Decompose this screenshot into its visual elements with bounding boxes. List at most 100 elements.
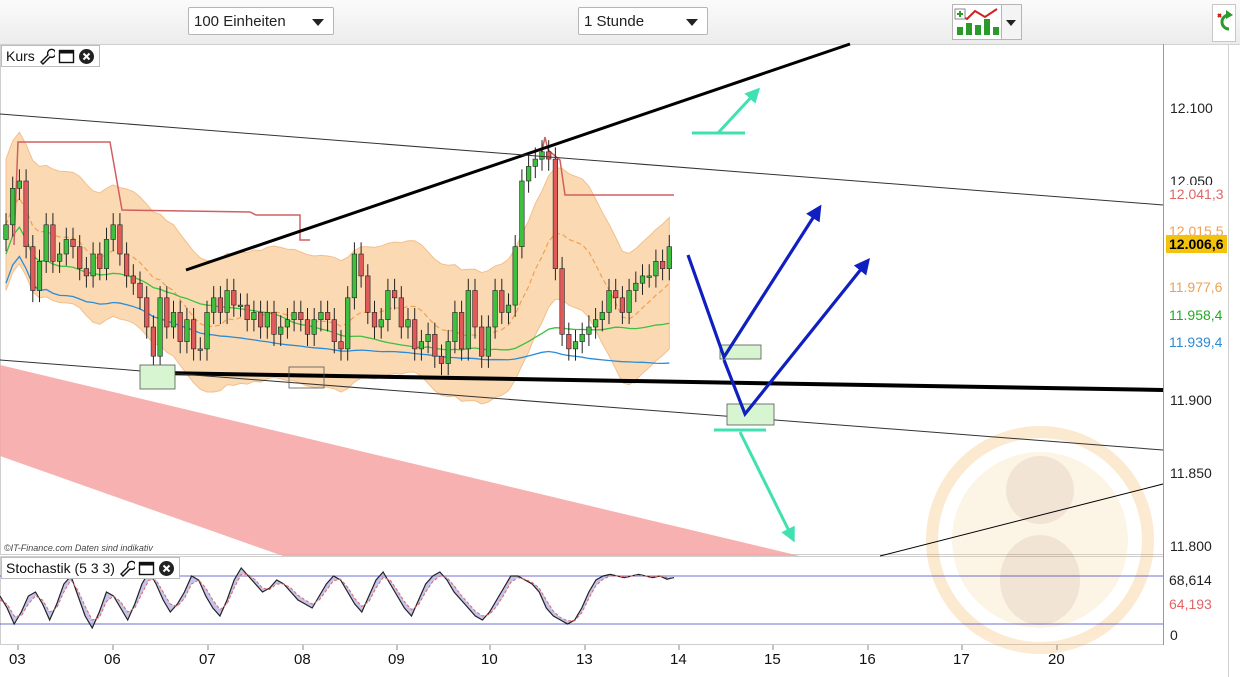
x-axis-tick-label: 14 bbox=[670, 651, 687, 668]
candle-body bbox=[124, 253, 130, 277]
candle-body bbox=[150, 326, 157, 357]
candle-body bbox=[177, 312, 183, 342]
candle-body bbox=[144, 297, 150, 328]
indicator-value-tag: 12.041,3 bbox=[1166, 184, 1227, 203]
candle-body bbox=[50, 224, 56, 262]
y-axis-tick-label: 11.850 bbox=[1170, 465, 1212, 481]
projection-arrow-blue-2 bbox=[722, 258, 871, 418]
highlight-box bbox=[139, 364, 176, 390]
candle-body bbox=[666, 246, 672, 269]
candle-body bbox=[184, 319, 190, 342]
x-axis-tick-label: 07 bbox=[199, 651, 216, 668]
candle-body bbox=[358, 253, 364, 277]
candle-body bbox=[77, 246, 83, 269]
x-axis-tick-label: 06 bbox=[104, 651, 121, 668]
x-axis-tick-label: 10 bbox=[481, 651, 498, 668]
stoch-d-line bbox=[0, 573, 674, 622]
indicator-value-tag: 11.977,6 bbox=[1166, 277, 1226, 296]
x-axis-tick-label: 09 bbox=[388, 651, 405, 668]
candle-body bbox=[237, 304, 244, 307]
candle-body bbox=[224, 290, 230, 313]
candle-body bbox=[351, 253, 358, 299]
candle-body bbox=[311, 319, 317, 335]
candle-body bbox=[525, 166, 532, 182]
projection-arrow-cyan-up bbox=[716, 87, 761, 135]
candle-body bbox=[103, 239, 110, 269]
candle-body bbox=[378, 319, 384, 328]
projection-arrow-cyan-down bbox=[738, 431, 795, 543]
candle-body bbox=[619, 297, 625, 313]
candle-body bbox=[485, 326, 492, 357]
candle-body bbox=[56, 253, 63, 262]
candle-body bbox=[338, 341, 344, 350]
price-panel-title: Kurs bbox=[6, 48, 35, 64]
x-axis-tick-label: 08 bbox=[294, 651, 311, 668]
candle-body bbox=[539, 151, 545, 160]
candle-body bbox=[592, 319, 599, 328]
stoch-value-tag: 64,193 bbox=[1166, 595, 1215, 613]
candle-body bbox=[559, 268, 565, 335]
close-icon[interactable] bbox=[78, 48, 95, 65]
wrench-icon[interactable] bbox=[38, 48, 55, 65]
candle-body bbox=[130, 275, 136, 284]
candle-body bbox=[653, 260, 659, 277]
candle-body bbox=[304, 319, 311, 335]
candle-body bbox=[90, 253, 96, 277]
uptrend-line bbox=[185, 42, 851, 272]
candle-body bbox=[412, 319, 418, 350]
candle-body bbox=[211, 297, 217, 313]
candle-body bbox=[646, 275, 652, 278]
candle-body bbox=[284, 319, 291, 328]
stoch-axis-label: 0 bbox=[1170, 627, 1178, 643]
candle-body bbox=[110, 224, 116, 240]
stoch-panel-title: Stochastik (5 3 3) bbox=[6, 560, 115, 576]
candle-body bbox=[452, 312, 458, 342]
indicator-value-tag: 12.006,6 bbox=[1166, 235, 1227, 254]
candle-body bbox=[465, 290, 471, 350]
indicator-value-tag: 11.939,4 bbox=[1166, 333, 1226, 352]
candle-body bbox=[425, 333, 431, 342]
close-icon[interactable] bbox=[158, 560, 175, 577]
candle-body bbox=[43, 224, 49, 262]
y-axis-tick-label: 11.900 bbox=[1170, 392, 1212, 408]
candle-body bbox=[505, 304, 512, 313]
candle-body bbox=[606, 290, 612, 313]
candle-body bbox=[432, 333, 438, 357]
y-axis-tick-label: 11.800 bbox=[1170, 538, 1212, 554]
wrench-icon[interactable] bbox=[118, 560, 135, 577]
candle-body bbox=[318, 312, 324, 320]
candle-body bbox=[83, 268, 89, 277]
candle-body bbox=[633, 282, 639, 291]
candle-body bbox=[217, 297, 224, 313]
x-axis-tick-label: 20 bbox=[1048, 651, 1065, 668]
candle-body bbox=[599, 312, 605, 320]
candle-body bbox=[613, 290, 619, 299]
candle-body bbox=[324, 312, 331, 320]
candle-body bbox=[157, 297, 163, 357]
candle-body bbox=[626, 290, 632, 313]
copyright-note: ©IT-Finance.com Daten sind indikativ bbox=[4, 543, 153, 553]
candle-body bbox=[492, 290, 498, 328]
candle-body bbox=[278, 326, 284, 335]
candle-body bbox=[164, 297, 170, 328]
candle-body bbox=[298, 312, 304, 320]
candle-body bbox=[244, 304, 250, 321]
price-panel-label: Kurs bbox=[1, 45, 100, 67]
candle-body bbox=[257, 312, 264, 328]
maximize-icon[interactable] bbox=[58, 48, 75, 65]
chart-canvas bbox=[0, 42, 1229, 677]
watermark-body bbox=[1000, 535, 1080, 625]
x-axis-tick-label: 03 bbox=[9, 651, 26, 668]
candle-body bbox=[512, 246, 518, 306]
candle-body bbox=[63, 239, 69, 255]
candle-body bbox=[586, 326, 592, 335]
x-axis-tick-label: 16 bbox=[859, 651, 876, 668]
watermark-head bbox=[1006, 456, 1074, 524]
candle-body bbox=[204, 312, 210, 350]
candle-body bbox=[479, 326, 485, 357]
candle-body bbox=[659, 260, 666, 269]
candle-body bbox=[639, 275, 646, 284]
maximize-icon[interactable] bbox=[138, 560, 155, 577]
candle-body bbox=[191, 319, 197, 350]
candle-body bbox=[532, 158, 538, 167]
